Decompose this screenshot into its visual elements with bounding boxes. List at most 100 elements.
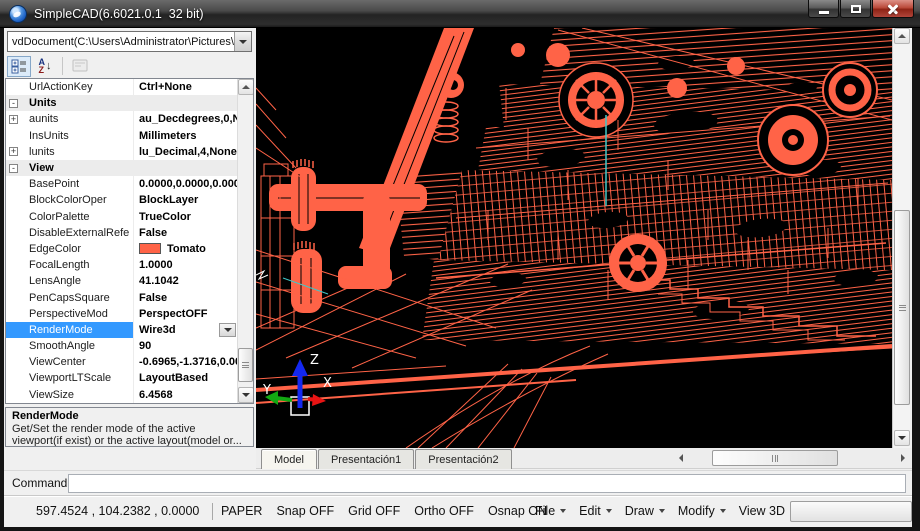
- property-value-cell[interactable]: Ctrl+None: [133, 79, 237, 95]
- layout-tab[interactable]: Model: [261, 449, 317, 469]
- scroll-down-button[interactable]: [238, 387, 254, 403]
- scroll-up-button[interactable]: [238, 79, 254, 95]
- property-row[interactable]: EdgeColor Tomato: [6, 241, 237, 257]
- property-value-cell[interactable]: False: [133, 289, 237, 305]
- document-selector-dropdown-button[interactable]: [234, 32, 251, 51]
- property-name-cell[interactable]: EdgeColor: [6, 241, 133, 257]
- property-name-cell[interactable]: RenderMode: [6, 322, 133, 338]
- property-name-cell[interactable]: FocalLength: [6, 257, 133, 273]
- categorized-view-button[interactable]: [7, 56, 31, 77]
- scroll-left-button[interactable]: [672, 450, 689, 466]
- property-name-cell[interactable]: UrlActionKey: [6, 79, 133, 95]
- scroll-right-button[interactable]: [894, 450, 911, 466]
- menu-button[interactable]: Edit: [579, 504, 612, 518]
- property-grid-scrollbar[interactable]: [237, 79, 253, 403]
- menu-button[interactable]: View 3D: [739, 504, 796, 518]
- property-row[interactable]: lunits lu_Decimal,4,None: [6, 144, 237, 160]
- status-toggle[interactable]: Ortho OFF: [414, 504, 474, 518]
- property-value-cell[interactable]: 90: [133, 338, 237, 354]
- property-name-cell[interactable]: BasePoint: [6, 176, 133, 192]
- property-name-cell[interactable]: ViewSize: [6, 387, 133, 403]
- property-value-cell[interactable]: Wire3d: [133, 322, 237, 338]
- property-value-cell[interactable]: Tomato: [133, 241, 237, 257]
- property-row[interactable]: ViewportLTScale LayoutBased: [6, 370, 237, 386]
- command-input[interactable]: [68, 474, 906, 493]
- layout-tab[interactable]: Presentación1: [318, 449, 414, 469]
- property-pages-button[interactable]: [68, 56, 92, 77]
- property-row[interactable]: UrlActionKey Ctrl+None: [6, 79, 237, 95]
- maximize-button[interactable]: [840, 0, 871, 18]
- property-row[interactable]: FocalLength 1.0000: [6, 257, 237, 273]
- property-row[interactable]: RenderMode Wire3d: [6, 322, 237, 338]
- document-selector[interactable]: vdDocument(C:\Users\Administrator\Pictur…: [7, 31, 252, 52]
- property-row[interactable]: aunits au_Decdegrees,0,No: [6, 111, 237, 127]
- status-toggle[interactable]: Grid OFF: [348, 504, 400, 518]
- property-name-cell[interactable]: InsUnits: [6, 128, 133, 144]
- property-row[interactable]: DisableExternalRefe False: [6, 225, 237, 241]
- property-value-cell[interactable]: au_Decdegrees,0,No: [133, 111, 237, 127]
- property-value-cell[interactable]: PerspectOFF: [133, 306, 237, 322]
- property-name-cell[interactable]: Units: [6, 95, 133, 111]
- expand-toggle-icon[interactable]: [9, 147, 18, 156]
- property-row[interactable]: ViewCenter -0.6965,-1.3716,0.00: [6, 354, 237, 370]
- property-row[interactable]: ColorPalette TrueColor: [6, 209, 237, 225]
- property-value-cell[interactable]: LayoutBased: [133, 370, 237, 386]
- viewport-vertical-scrollbar[interactable]: [892, 28, 910, 448]
- property-value-cell[interactable]: Millimeters: [133, 128, 237, 144]
- property-name-cell[interactable]: DisableExternalRefe: [6, 225, 133, 241]
- property-value-cell[interactable]: 41.1042: [133, 273, 237, 289]
- property-name-cell[interactable]: LensAngle: [6, 273, 133, 289]
- property-name-cell[interactable]: View: [6, 160, 133, 176]
- property-value-cell[interactable]: -0.6965,-1.3716,0.00: [133, 354, 237, 370]
- minimize-button[interactable]: [808, 0, 839, 18]
- property-name-cell[interactable]: BlockColorOper: [6, 192, 133, 208]
- expand-toggle-icon[interactable]: [9, 99, 18, 108]
- property-row[interactable]: BasePoint 0.0000,0.0000,0.000: [6, 176, 237, 192]
- value-dropdown-button[interactable]: [219, 323, 236, 337]
- property-name-cell[interactable]: ViewCenter: [6, 354, 133, 370]
- status-toggle[interactable]: Snap OFF: [276, 504, 334, 518]
- property-value-cell[interactable]: 0.0000,0.0000,0.000: [133, 176, 237, 192]
- property-value-cell[interactable]: False: [133, 225, 237, 241]
- property-value-cell[interactable]: 1.0000: [133, 257, 237, 273]
- property-name-cell[interactable]: lunits: [6, 144, 133, 160]
- alphabetical-sort-button[interactable]: A Z ↓: [33, 56, 57, 77]
- menu-button[interactable]: Draw: [625, 504, 665, 518]
- property-name-cell[interactable]: PerspectiveMod: [6, 306, 133, 322]
- scrollbar-thumb[interactable]: [894, 210, 910, 405]
- property-value-cell[interactable]: 6.4568: [133, 387, 237, 403]
- property-value-cell[interactable]: [133, 160, 237, 176]
- property-row[interactable]: InsUnits Millimeters: [6, 128, 237, 144]
- horizontal-scrollbar-thumb[interactable]: [712, 450, 838, 466]
- property-name-cell[interactable]: PenCapsSquare: [6, 289, 133, 305]
- property-value-cell[interactable]: lu_Decimal,4,None: [133, 144, 237, 160]
- scroll-down-button[interactable]: [894, 430, 910, 446]
- property-name: View: [18, 162, 54, 174]
- scrollbar-thumb[interactable]: [238, 348, 253, 382]
- property-row[interactable]: LensAngle 41.1042: [6, 273, 237, 289]
- property-row[interactable]: BlockColorOper BlockLayer: [6, 192, 237, 208]
- property-name-cell[interactable]: ColorPalette: [6, 209, 133, 225]
- viewport-canvas[interactable]: Z X Y: [256, 28, 892, 448]
- expand-toggle-icon[interactable]: [9, 115, 18, 124]
- space-mode-indicator[interactable]: PAPER: [221, 504, 262, 518]
- scroll-up-button[interactable]: [894, 28, 910, 44]
- property-value-cell[interactable]: TrueColor: [133, 209, 237, 225]
- property-value-cell[interactable]: [133, 95, 237, 111]
- property-row[interactable]: ViewSize 6.4568: [6, 387, 237, 403]
- property-row[interactable]: SmoothAngle 90: [6, 338, 237, 354]
- menu-button[interactable]: File: [535, 504, 566, 518]
- menu-button[interactable]: Modify: [678, 504, 726, 518]
- close-button[interactable]: [872, 0, 914, 18]
- layout-tab[interactable]: Presentación2: [415, 449, 511, 469]
- property-row[interactable]: Units: [6, 95, 237, 111]
- property-name-cell[interactable]: ViewportLTScale: [6, 370, 133, 386]
- property-row[interactable]: PenCapsSquare False: [6, 289, 237, 305]
- property-value-cell[interactable]: BlockLayer: [133, 192, 237, 208]
- property-name-cell[interactable]: aunits: [6, 111, 133, 127]
- property-name-cell[interactable]: SmoothAngle: [6, 338, 133, 354]
- expand-toggle-icon[interactable]: [9, 164, 18, 173]
- property-row[interactable]: PerspectiveMod PerspectOFF: [6, 306, 237, 322]
- viewport[interactable]: Z X Y: [256, 28, 892, 448]
- property-row[interactable]: View: [6, 160, 237, 176]
